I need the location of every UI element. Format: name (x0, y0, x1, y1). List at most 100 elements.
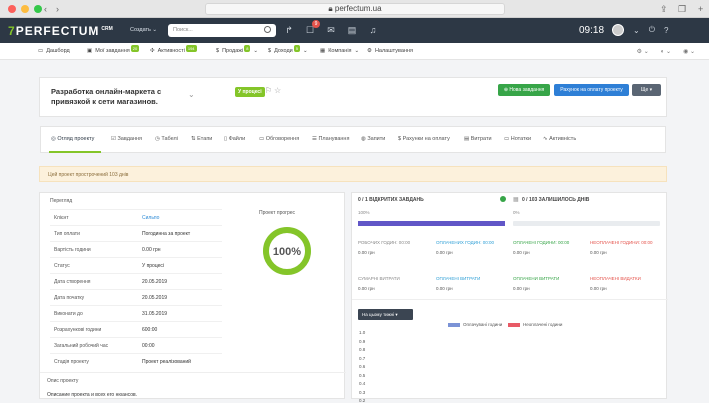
y-tick-label: 1.0 (359, 330, 366, 335)
info-value: 0.00 грн (142, 247, 161, 253)
share-icon[interactable]: ⇪ (660, 3, 668, 15)
nav-company[interactable]: ▦ Компанія ⌄ (320, 48, 359, 54)
metric-value: 0.00 грн (436, 250, 453, 255)
user-menu-icon[interactable]: ◉ ⌄ (683, 48, 695, 55)
nav-settings[interactable]: ⚙ Налаштування (367, 48, 413, 54)
help-icon[interactable]: ? (664, 26, 668, 35)
tabs-icon[interactable]: ❐ (678, 3, 686, 15)
tab-overview[interactable]: ◎ Огляд проекту (51, 136, 94, 142)
metric-value: 0.00 грн (590, 250, 607, 255)
nav-badge: 8 (244, 45, 251, 52)
legend-item[interactable]: Неоплачені години (508, 322, 562, 327)
info-key: Статус (54, 263, 70, 269)
unpaid-expenses: НЕОПЛАЧЕНІ ВИДАТКИ 0.00 грн (590, 275, 662, 292)
star-icon[interactable]: ☆ (274, 86, 281, 95)
bell-icon[interactable]: ♫ (368, 25, 378, 35)
overview-panel: Перегляд Клієнт Сильпо Тип оплати Погодинн… (39, 192, 346, 399)
info-key: Стадія проекту (54, 359, 89, 365)
project-switch-chevron-icon[interactable]: ⌄ (188, 90, 195, 99)
nav-activities[interactable]: ✣ Активності 194 (150, 45, 197, 54)
status-badge: У процесі (235, 87, 265, 97)
tab-expenses[interactable]: ▤ Витрати (464, 136, 492, 142)
chevron-down-icon: ⌄ (253, 48, 259, 54)
activity-icon: ✣ (150, 48, 155, 54)
maximize-window-icon[interactable] (34, 5, 42, 13)
info-value: 20.05.2019 (142, 279, 168, 285)
logo-sup: CRM (101, 26, 113, 32)
info-key: Загальний робочий час (54, 343, 109, 349)
period-label: На цьому тижні (362, 312, 395, 317)
minimize-window-icon[interactable] (21, 5, 29, 13)
nav-dashboard[interactable]: ▭ Дашборд (38, 48, 70, 54)
user-avatar[interactable] (612, 24, 624, 36)
metric-value: 0.00 грн (590, 286, 607, 291)
logo[interactable]: 7PERFECTUM CRM (8, 24, 113, 38)
client-link[interactable]: Сильпо (142, 215, 159, 221)
metric-value: 0.00 грн (513, 286, 530, 291)
close-window-icon[interactable] (8, 5, 16, 13)
tab-label: Витрати (470, 136, 492, 142)
tab-timesheets[interactable]: ◷ Табелі (155, 136, 178, 142)
nav-sales[interactable]: $ Продажі 8 ⌄ (216, 45, 259, 54)
tab-tasks[interactable]: ☑ Завдання (111, 136, 142, 142)
settings-icon[interactable]: ⚙ ⌄ (637, 48, 649, 55)
nav-label: Дашборд (46, 48, 70, 54)
period-dropdown[interactable]: На цьому тижні ▾ (358, 309, 413, 320)
info-row: Вартість години 0.00 грн (50, 241, 222, 256)
paid-expenses: ОПЛАЧЕНИ ВИТРАТИ 0.00 грн (513, 275, 585, 292)
balance-icon: $ (216, 48, 220, 54)
tab-activity[interactable]: ∿ Активність (543, 136, 576, 142)
pin-icon[interactable]: ⚐ (265, 86, 272, 95)
tab-notes[interactable]: ▭ Нотатки (504, 136, 531, 142)
tasks-icon[interactable]: ▤ (347, 25, 357, 35)
tab-label: Планування (318, 136, 350, 142)
metric-label: ОПЛАЧЕНІ ГОДИНИ: 00:00 (513, 240, 570, 245)
tab-milestones[interactable]: ⇅ Етапи (191, 136, 212, 142)
tab-discussions[interactable]: ▭ Обговорення (259, 136, 299, 142)
language-icon[interactable]: ◐ ⌄ (661, 48, 671, 55)
divider (40, 372, 346, 373)
power-icon[interactable]: ⏻ (649, 25, 655, 35)
tab-label: Нотатки (510, 136, 532, 142)
chevron-down-icon: ⌄ (354, 48, 360, 54)
invoice-button[interactable]: Рахунок на оплату проекту (554, 84, 629, 96)
url-text: perfectum.ua (334, 4, 382, 13)
tab-label: Активність (549, 136, 577, 142)
billable-expenses: ОПЛАЧЕНІ ВИТРАТИ 0.00 грн (436, 275, 508, 292)
legend-item[interactable]: Оплачувані години (448, 322, 502, 327)
tab-planning[interactable]: ☰ Планування (312, 136, 349, 142)
more-button[interactable]: Ще ▾ (632, 84, 661, 96)
info-value: 20.05.2019 (142, 295, 168, 301)
new-tab-icon[interactable]: + (698, 3, 703, 15)
billable-hours: ОПЛАЧЕНИХ ГОДИН: 00:00 0.00 грн (436, 239, 508, 256)
nav-label: Мої завдання (95, 48, 130, 54)
project-tabs: ◎ Огляд проекту ☑ Завдання ◷ Табелі ⇅ Ет… (40, 126, 666, 153)
tab-tickets[interactable]: ◍ Запити (361, 136, 385, 142)
more-label: Ще (640, 87, 649, 93)
browser-forward-icon[interactable]: › (56, 3, 59, 15)
tab-invoices[interactable]: $ Рахунки на оплату (398, 136, 450, 142)
chevron-down-icon[interactable]: ⌄ (633, 26, 640, 35)
metric-label: ОПЛАЧЕНІ ВИТРАТИ (436, 276, 481, 281)
address-bar[interactable]: 🔒︎ perfectum.ua (205, 3, 505, 15)
divider (352, 299, 668, 300)
window-controls[interactable] (8, 5, 42, 13)
new-task-label: Нова завдання (509, 87, 545, 93)
notifications-icon[interactable]: ☐ 9 (305, 20, 320, 35)
create-menu[interactable]: Создать ⌄ (130, 27, 157, 33)
nav-label: Налаштування (374, 48, 413, 54)
nav-income[interactable]: $ Доходи 5 ⌄ (268, 45, 308, 54)
worked-hours: РОБОЧИХ ГОДИН: 00:00 0.00 грн (358, 239, 430, 256)
mail-icon[interactable]: ✉ (326, 25, 336, 35)
nav-my-tasks[interactable]: ▣ Мої завдання 20 (87, 45, 140, 54)
tab-label: Рахунки на оплату (402, 136, 450, 142)
info-row: Стадія проекту Проект реалізований (50, 353, 222, 368)
share-arrow-icon[interactable]: ↱ (284, 25, 294, 35)
search-placeholder: Поиск... (173, 27, 193, 33)
metric-label: НЕОПЛАЧЕНІ ВИДАТКИ (590, 276, 641, 281)
new-task-button[interactable]: ⊕ Нова завдання (498, 84, 550, 96)
tab-files[interactable]: ▯ Файли (224, 136, 245, 142)
search-input[interactable]: Поиск... (168, 24, 276, 37)
browser-back-icon[interactable]: ‹ (44, 3, 47, 15)
y-tick-label: 0.8 (359, 347, 366, 352)
